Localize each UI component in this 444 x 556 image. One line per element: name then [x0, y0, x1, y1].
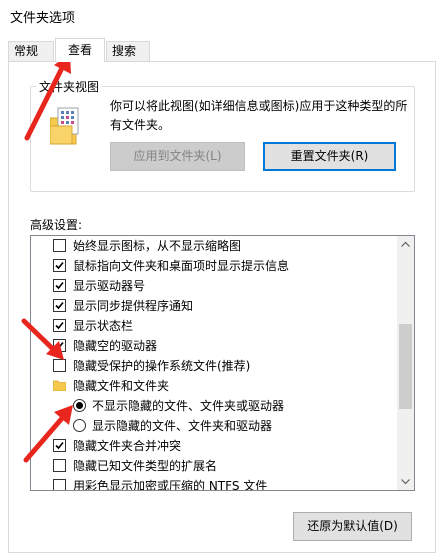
checkbox[interactable]	[53, 459, 66, 472]
restore-defaults-button[interactable]: 还原为默认值(D)	[293, 512, 412, 541]
checkbox[interactable]	[53, 479, 66, 490]
list-item-label: 隐藏空的驱动器	[73, 339, 158, 353]
checkbox-checked[interactable]	[53, 259, 66, 272]
chevron-up-icon	[401, 241, 410, 247]
check-icon	[55, 441, 64, 450]
reset-folders-button[interactable]: 重置文件夹(R)	[263, 142, 396, 171]
list-item-label: 隐藏文件和文件夹	[73, 379, 170, 393]
window-title: 文件夹选项	[10, 11, 76, 26]
check-icon	[55, 301, 64, 310]
folder-view-icon	[50, 107, 79, 145]
scrollbar-thumb[interactable]	[399, 324, 412, 409]
list-item-label: 不显示隐藏的文件、文件夹或驱动器	[92, 399, 285, 413]
scroll-up-button[interactable]	[397, 236, 414, 253]
folder-views-description: 你可以将此视图(如详细信息或图标)应用于这种类型的所有文件夹。	[110, 99, 408, 132]
list-item-label: 用彩色显示加密或压缩的 NTFS 文件	[73, 479, 268, 491]
check-icon	[55, 341, 64, 350]
list-item-label: 隐藏文件夹合并冲突	[73, 439, 182, 453]
checkbox-checked[interactable]	[53, 319, 66, 332]
tab-general[interactable]: 常规	[8, 41, 54, 62]
checkbox[interactable]	[53, 239, 66, 252]
advanced-settings-label: 高级设置:	[30, 218, 83, 232]
checkbox-checked[interactable]	[53, 439, 66, 452]
folder-icon	[53, 380, 66, 391]
list-item-label: 鼠标指向文件夹和桌面项时显示提示信息	[73, 259, 290, 273]
list-item-label: 隐藏已知文件类型的扩展名	[73, 459, 218, 473]
check-icon	[55, 321, 64, 330]
list-item-label: 始终显示图标，从不显示缩略图	[73, 239, 242, 253]
chevron-down-icon	[401, 479, 410, 485]
scroll-down-button[interactable]	[397, 473, 414, 490]
tab-search[interactable]: 搜索	[106, 41, 150, 62]
list-item-label: 隐藏受保护的操作系统文件(推荐)	[73, 359, 251, 373]
radio[interactable]	[73, 419, 86, 432]
checkbox-checked[interactable]	[53, 339, 66, 352]
check-icon	[55, 261, 64, 270]
folder-views-label: 文件夹视图	[36, 78, 103, 95]
list-item-label: 显示隐藏的文件、文件夹和驱动器	[92, 419, 273, 433]
apply-to-folders-button[interactable]: 应用到文件夹(L)	[110, 142, 245, 171]
scrollbar[interactable]	[397, 236, 414, 490]
checkbox-checked[interactable]	[53, 279, 66, 292]
advanced-settings-list[interactable]: 始终显示图标，从不显示缩略图 鼠标指向文件夹和桌面项时显示提示信息 显示驱动器号…	[30, 235, 415, 491]
radio-selected[interactable]	[73, 399, 86, 412]
list-item-label: 显示驱动器号	[73, 279, 146, 293]
check-icon	[55, 281, 64, 290]
list-item-label: 显示状态栏	[73, 319, 134, 333]
list-item-label: 显示同步提供程序通知	[73, 299, 194, 313]
checkbox-checked[interactable]	[53, 299, 66, 312]
checkbox[interactable]	[53, 359, 66, 372]
tab-view[interactable]: 查看	[55, 38, 105, 62]
